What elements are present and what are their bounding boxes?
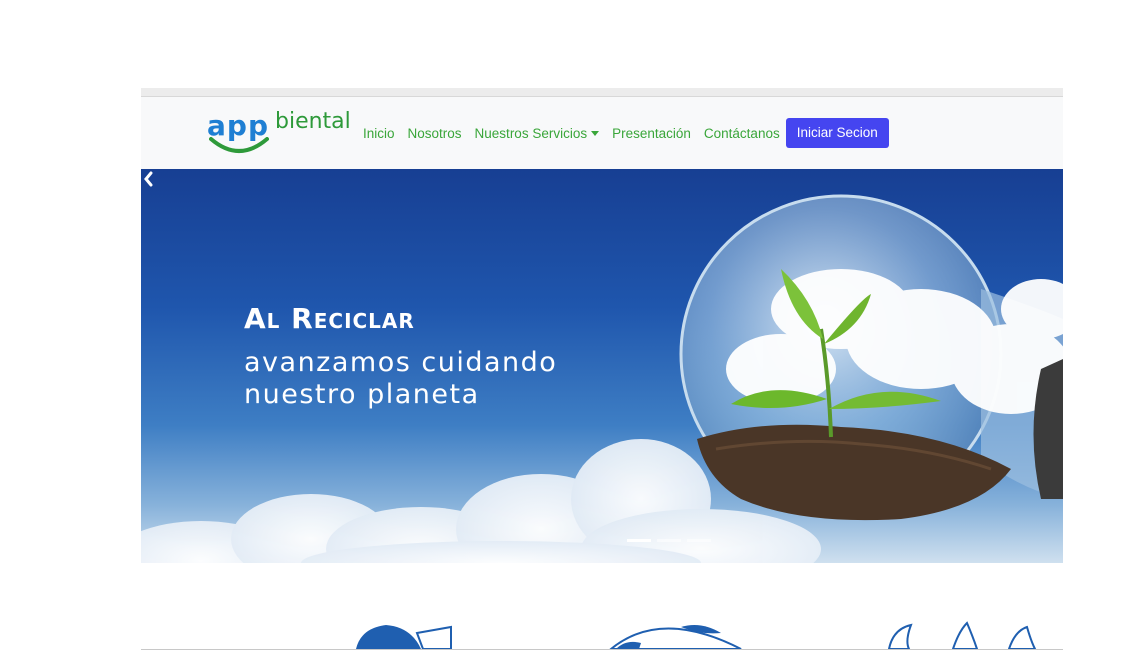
carousel-indicator-1[interactable]	[627, 539, 651, 542]
chevron-left-icon[interactable]	[141, 169, 155, 189]
nav-inicio[interactable]: Inicio	[363, 126, 395, 141]
section-divider	[141, 649, 1063, 650]
nav-presentacion-label: Presentación	[612, 125, 691, 141]
login-button[interactable]: Iniciar Secion	[785, 118, 889, 148]
services-icons	[356, 621, 1037, 650]
carousel-indicator-2[interactable]	[657, 539, 681, 542]
hero-title: Al Reciclar	[244, 302, 415, 335]
nav-presentacion[interactable]: Presentación	[612, 126, 691, 141]
top-strip	[141, 88, 1063, 97]
navbar: app biental Inicio Nosotros Nuestros Ser…	[141, 97, 1063, 169]
page-frame: app biental Inicio Nosotros Nuestros Ser…	[141, 88, 1063, 652]
logo-smile-icon	[209, 137, 269, 153]
nav-contactanos-label: Contáctanos	[703, 125, 780, 141]
hero-caption: Al Reciclar avanzamos cuidando nuestro p…	[244, 302, 664, 411]
services-section	[141, 563, 1063, 652]
nav-servicios-dropdown[interactable]: Nuestros Servicios	[475, 126, 600, 141]
nav-servicios-label: Nuestros Servicios	[474, 125, 588, 141]
hero-carousel: Al Reciclar avanzamos cuidando nuestro p…	[141, 169, 1063, 563]
recycle-bin-icon	[356, 625, 421, 649]
nav-nosotros-label: Nosotros	[407, 125, 462, 141]
main-nav: Inicio Nosotros Nuestros Servicios Prese…	[363, 117, 889, 149]
carousel-indicator-3[interactable]	[687, 539, 711, 542]
brand-logo[interactable]: app biental	[207, 107, 351, 159]
logo-text-biental: biental	[275, 109, 351, 134]
nav-contactanos[interactable]: Contáctanos	[704, 126, 780, 141]
caret-down-icon	[591, 131, 600, 136]
hero-subtitle: avanzamos cuidando nuestro planeta	[244, 347, 558, 410]
drops-icon	[887, 623, 913, 650]
nav-nosotros[interactable]: Nosotros	[408, 126, 462, 141]
nav-inicio-label: Inicio	[363, 125, 395, 141]
carousel-indicators	[627, 539, 717, 542]
